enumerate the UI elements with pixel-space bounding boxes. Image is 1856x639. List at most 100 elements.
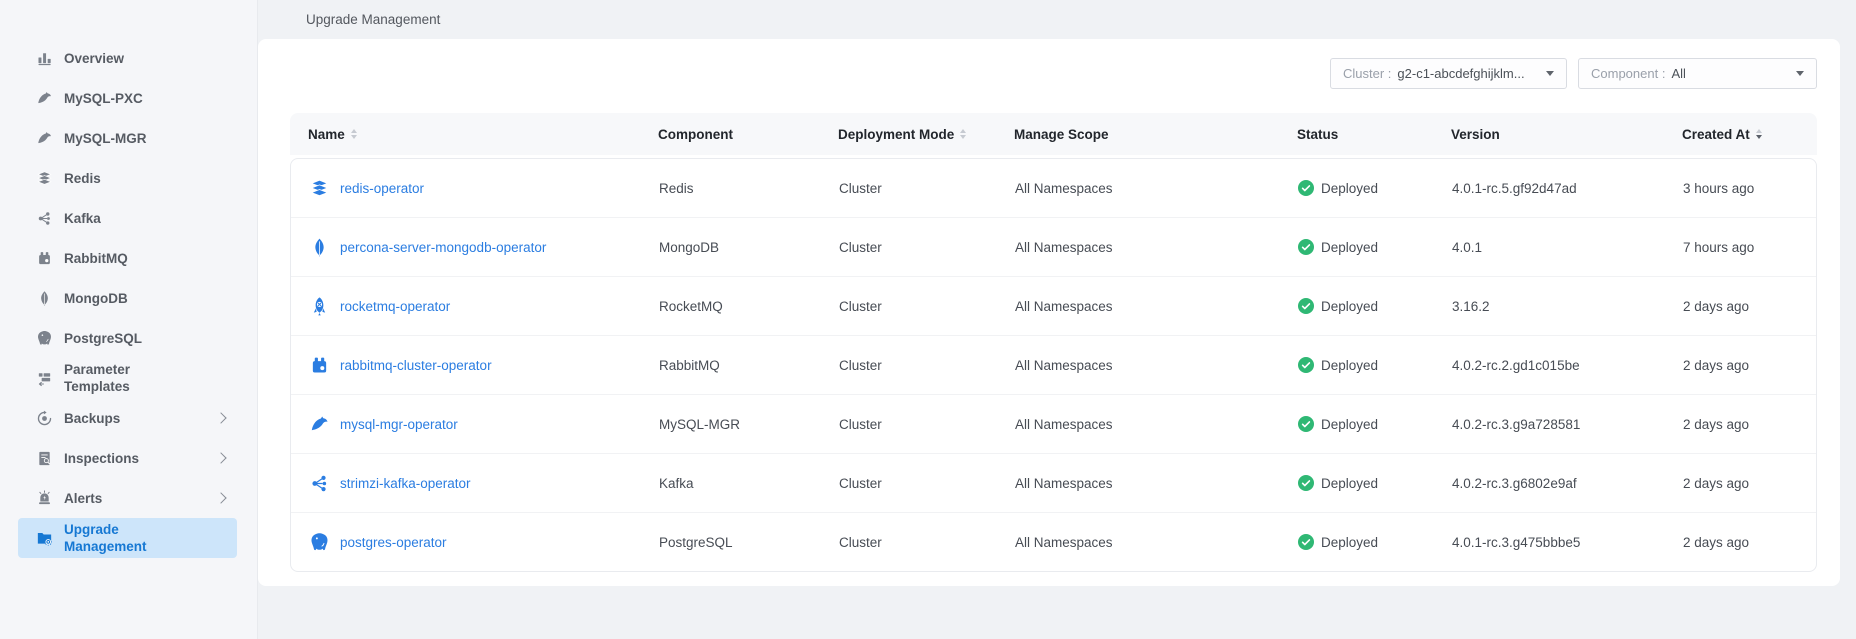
- table-row: postgres-operator PostgreSQL Cluster All…: [291, 513, 1816, 571]
- table-header-row: Name Component Deployment Mode Manage Sc…: [290, 113, 1817, 155]
- cluster-filter-label: Cluster :: [1343, 66, 1391, 81]
- sidebar-item-label: MySQL-MGR: [64, 130, 147, 147]
- version-cell: 4.0.2-rc.3.g6802e9af: [1434, 454, 1665, 512]
- created-at-cell: 2 days ago: [1665, 513, 1816, 571]
- table-row: redis-operator Redis Cluster All Namespa…: [291, 159, 1816, 218]
- component-filter-dropdown[interactable]: Component : All: [1578, 58, 1817, 89]
- kafka-icon: [309, 473, 330, 494]
- column-header-name[interactable]: Name: [290, 113, 640, 155]
- operator-name-link[interactable]: rocketmq-operator: [340, 299, 450, 314]
- overview-icon: [36, 50, 53, 67]
- table-row: rocketmq-operator RocketMQ Cluster All N…: [291, 277, 1816, 336]
- cluster-filter-dropdown[interactable]: Cluster : g2-c1-abcdefghijklm...: [1330, 58, 1567, 89]
- status-badge: Deployed: [1298, 239, 1378, 255]
- column-header-label: Version: [1451, 127, 1500, 142]
- column-header-created-at[interactable]: Created At: [1664, 113, 1817, 155]
- version-cell: 3.16.2: [1434, 277, 1665, 335]
- sidebar-item-inspections[interactable]: Inspections: [0, 438, 257, 478]
- breadcrumb-bar: Upgrade Management: [258, 0, 1856, 39]
- sidebar-item-redis[interactable]: Redis: [0, 158, 257, 198]
- operator-name-link[interactable]: redis-operator: [340, 181, 424, 196]
- status-badge: Deployed: [1298, 475, 1378, 491]
- kafka-icon: [36, 210, 53, 227]
- column-header-version: Version: [1433, 113, 1664, 155]
- rabbitmq-icon: [309, 355, 330, 376]
- operator-name-link[interactable]: percona-server-mongodb-operator: [340, 240, 546, 255]
- status-badge: Deployed: [1298, 180, 1378, 196]
- sidebar-item-alerts[interactable]: Alerts: [0, 478, 257, 518]
- sidebar-item-backups[interactable]: Backups: [0, 398, 257, 438]
- rabbitmq-icon: [36, 250, 53, 267]
- component-filter-value: All: [1671, 66, 1788, 81]
- component-cell: MongoDB: [641, 218, 821, 276]
- sidebar-item-kafka[interactable]: Kafka: [0, 198, 257, 238]
- check-circle-icon: [1298, 239, 1314, 255]
- check-circle-icon: [1298, 475, 1314, 491]
- status-label: Deployed: [1321, 240, 1378, 255]
- column-header-label: Deployment Mode: [838, 127, 954, 142]
- mysql-icon: [36, 130, 53, 147]
- operator-name-link[interactable]: postgres-operator: [340, 535, 447, 550]
- table-row: percona-server-mongodb-operator MongoDB …: [291, 218, 1816, 277]
- column-header-manage-scope: Manage Scope: [996, 113, 1279, 155]
- version-cell: 4.0.1-rc.3.g475bbbe5: [1434, 513, 1665, 571]
- operator-name-link[interactable]: strimzi-kafka-operator: [340, 476, 471, 491]
- component-cell: RabbitMQ: [641, 336, 821, 394]
- created-at-cell: 2 days ago: [1665, 454, 1816, 512]
- sidebar-item-mysql-pxc[interactable]: MySQL-PXC: [0, 78, 257, 118]
- sort-icon: [960, 129, 966, 139]
- deployment-mode-cell: Cluster: [821, 454, 997, 512]
- deployment-mode-cell: Cluster: [821, 277, 997, 335]
- deployment-mode-cell: Cluster: [821, 336, 997, 394]
- alerts-icon: [36, 490, 53, 507]
- sidebar-item-overview[interactable]: Overview: [0, 38, 257, 78]
- manage-scope-cell: All Namespaces: [997, 395, 1280, 453]
- sidebar-item-parameter-templates[interactable]: Parameter Templates: [0, 358, 257, 398]
- chevron-right-icon: [215, 452, 226, 463]
- status-badge: Deployed: [1298, 298, 1378, 314]
- status-label: Deployed: [1321, 417, 1378, 432]
- mongodb-icon: [36, 290, 53, 307]
- mongodb-icon: [309, 237, 330, 258]
- sidebar-nav: Overview MySQL-PXC MySQL-MGR Redis Kafka…: [0, 38, 257, 558]
- sidebar-item-label: Overview: [64, 50, 124, 67]
- cluster-filter-value: g2-c1-abcdefghijklm...: [1397, 66, 1538, 81]
- chevron-right-icon: [215, 492, 226, 503]
- manage-scope-cell: All Namespaces: [997, 513, 1280, 571]
- deployment-mode-cell: Cluster: [821, 159, 997, 217]
- mysql-icon: [309, 414, 330, 435]
- manage-scope-cell: All Namespaces: [997, 336, 1280, 394]
- sort-icon: [1756, 129, 1762, 139]
- column-header-label: Manage Scope: [1014, 127, 1109, 142]
- sidebar-item-postgresql[interactable]: PostgreSQL: [0, 318, 257, 358]
- app-layout: Overview MySQL-PXC MySQL-MGR Redis Kafka…: [0, 0, 1856, 639]
- status-badge: Deployed: [1298, 534, 1378, 550]
- manage-scope-cell: All Namespaces: [997, 454, 1280, 512]
- status-label: Deployed: [1321, 181, 1378, 196]
- column-header-label: Status: [1297, 127, 1338, 142]
- check-circle-icon: [1298, 180, 1314, 196]
- sidebar-item-label: MySQL-PXC: [64, 90, 143, 107]
- breadcrumb: Upgrade Management: [306, 12, 440, 27]
- sidebar-item-mysql-mgr[interactable]: MySQL-MGR: [0, 118, 257, 158]
- operator-name-link[interactable]: mysql-mgr-operator: [340, 417, 458, 432]
- sidebar-item-rabbitmq[interactable]: RabbitMQ: [0, 238, 257, 278]
- version-cell: 4.0.2-rc.3.g9a728581: [1434, 395, 1665, 453]
- sidebar: Overview MySQL-PXC MySQL-MGR Redis Kafka…: [0, 0, 258, 639]
- check-circle-icon: [1298, 416, 1314, 432]
- chevron-down-icon: [1796, 71, 1804, 76]
- operator-name-link[interactable]: rabbitmq-cluster-operator: [340, 358, 492, 373]
- component-cell: MySQL-MGR: [641, 395, 821, 453]
- created-at-cell: 2 days ago: [1665, 277, 1816, 335]
- component-cell: Kafka: [641, 454, 821, 512]
- column-header-component: Component: [640, 113, 820, 155]
- backups-icon: [36, 410, 53, 427]
- redis-icon: [36, 170, 53, 187]
- column-header-deployment-mode[interactable]: Deployment Mode: [820, 113, 996, 155]
- sidebar-item-upgrade-management[interactable]: Upgrade Management: [18, 518, 237, 558]
- sidebar-item-mongodb[interactable]: MongoDB: [0, 278, 257, 318]
- sidebar-item-label: PostgreSQL: [64, 330, 142, 347]
- status-label: Deployed: [1321, 358, 1378, 373]
- version-cell: 4.0.1-rc.5.gf92d47ad: [1434, 159, 1665, 217]
- table-row: strimzi-kafka-operator Kafka Cluster All…: [291, 454, 1816, 513]
